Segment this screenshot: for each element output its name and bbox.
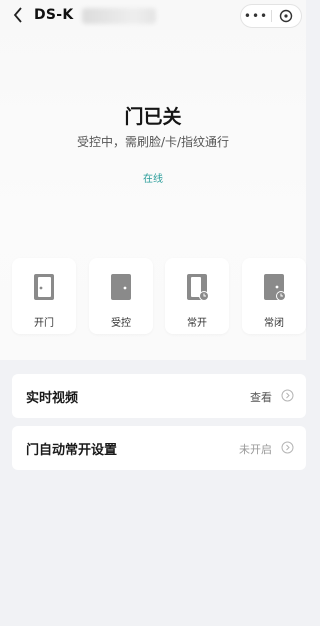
open-door-button[interactable]: 开门 [12, 258, 76, 334]
door-always-closed-icon [264, 274, 286, 301]
door-always-open-icon [187, 274, 209, 301]
chevron-right-circle-icon [281, 389, 294, 402]
back-button[interactable] [10, 7, 26, 23]
live-video-value: 查看 [250, 391, 272, 404]
always-closed-label: 常闭 [264, 318, 284, 329]
online-status: 在线 [143, 174, 163, 185]
miniprogram-capsule: ••• [240, 4, 302, 28]
door-state-title: 门已关 [124, 106, 182, 128]
auto-open-value: 未开启 [239, 443, 272, 456]
more-button[interactable]: ••• [241, 9, 271, 23]
auto-open-setting-row[interactable]: 门自动常开设置 未开启 [12, 426, 306, 470]
always-closed-button[interactable]: 常闭 [242, 258, 306, 334]
device-title: DS-K [34, 7, 74, 23]
door-controlled-icon [111, 274, 131, 300]
open-door-label: 开门 [34, 318, 54, 329]
chevron-right-circle-icon [281, 441, 294, 454]
access-description: 受控中，需刷脸/卡/指纹通行 [76, 135, 230, 149]
auto-open-label: 门自动常开设置 [26, 443, 118, 458]
action-cards: 开门 受控 常开 常闭 [12, 258, 306, 334]
door-open-icon [34, 274, 54, 300]
controlled-label: 受控 [111, 318, 131, 329]
chevron-left-icon [13, 7, 22, 23]
controlled-button[interactable]: 受控 [89, 258, 153, 334]
always-open-label: 常开 [187, 318, 207, 329]
device-title-blurred [82, 8, 156, 24]
live-video-label: 实时视频 [26, 391, 79, 406]
always-open-button[interactable]: 常开 [165, 258, 229, 334]
close-button[interactable] [272, 9, 301, 23]
close-circle-icon [280, 9, 293, 23]
nav-bar: DS-K ••• [0, 0, 306, 32]
live-video-row[interactable]: 实时视频 查看 [12, 374, 306, 418]
